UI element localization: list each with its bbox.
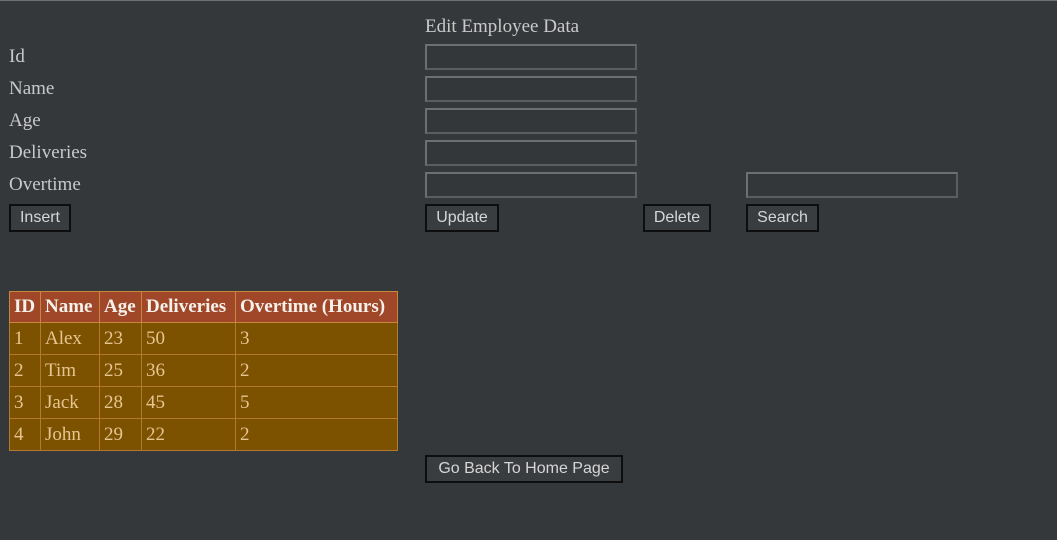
employee-table: ID Name Age Deliveries Overtime (Hours) … xyxy=(9,291,398,451)
home-button[interactable]: Go Back To Home Page xyxy=(425,455,623,483)
table-header-row: ID Name Age Deliveries Overtime (Hours) xyxy=(9,291,398,323)
cell-overtime: 2 xyxy=(235,418,398,451)
cell-name: John xyxy=(40,418,100,451)
header-id: ID xyxy=(9,291,41,323)
deliveries-input[interactable] xyxy=(425,140,637,166)
search-button[interactable]: Search xyxy=(746,204,819,232)
cell-name: Jack xyxy=(40,386,100,419)
header-age: Age xyxy=(99,291,142,323)
name-label: Name xyxy=(9,78,55,99)
search-input[interactable] xyxy=(746,172,958,198)
cell-name: Alex xyxy=(40,322,100,355)
cell-age: 28 xyxy=(99,386,142,419)
cell-overtime: 5 xyxy=(235,386,398,419)
cell-id: 3 xyxy=(9,386,41,419)
table-row: 1 Alex 23 50 3 xyxy=(9,322,398,355)
age-label: Age xyxy=(9,110,41,131)
cell-age: 29 xyxy=(99,418,142,451)
header-overtime: Overtime (Hours) xyxy=(235,291,398,323)
overtime-label: Overtime xyxy=(9,174,81,195)
header-deliveries: Deliveries xyxy=(141,291,236,323)
insert-button[interactable]: Insert xyxy=(9,204,71,232)
cell-deliveries: 50 xyxy=(141,322,236,355)
header-name: Name xyxy=(40,291,100,323)
name-input[interactable] xyxy=(425,76,637,102)
cell-deliveries: 36 xyxy=(141,354,236,387)
cell-age: 23 xyxy=(99,322,142,355)
cell-deliveries: 45 xyxy=(141,386,236,419)
cell-id: 1 xyxy=(9,322,41,355)
delete-button[interactable]: Delete xyxy=(643,204,711,232)
cell-age: 25 xyxy=(99,354,142,387)
cell-overtime: 2 xyxy=(235,354,398,387)
update-button[interactable]: Update xyxy=(425,204,499,232)
cell-id: 2 xyxy=(9,354,41,387)
table-row: 2 Tim 25 36 2 xyxy=(9,354,398,387)
cell-deliveries: 22 xyxy=(141,418,236,451)
age-input[interactable] xyxy=(425,108,637,134)
cell-overtime: 3 xyxy=(235,322,398,355)
cell-id: 4 xyxy=(9,418,41,451)
table-row: 3 Jack 28 45 5 xyxy=(9,386,398,419)
id-label: Id xyxy=(9,46,25,67)
id-input[interactable] xyxy=(425,44,637,70)
table-row: 4 John 29 22 2 xyxy=(9,418,398,451)
deliveries-label: Deliveries xyxy=(9,142,88,163)
cell-name: Tim xyxy=(40,354,100,387)
overtime-input[interactable] xyxy=(425,172,637,198)
form-title: Edit Employee Data xyxy=(425,16,580,37)
